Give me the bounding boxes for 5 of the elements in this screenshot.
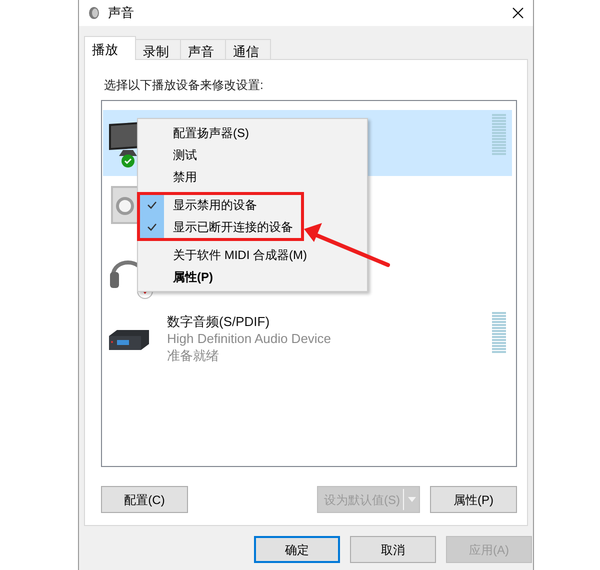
- instruction-text: 选择以下播放设备来修改设置:: [104, 77, 264, 94]
- device-name: 数字音频(S/PDIF): [167, 313, 271, 330]
- device-status: 准备就绪: [167, 347, 220, 364]
- window-title: 声音: [108, 4, 134, 22]
- device-driver: High Definition Audio Device: [167, 330, 332, 347]
